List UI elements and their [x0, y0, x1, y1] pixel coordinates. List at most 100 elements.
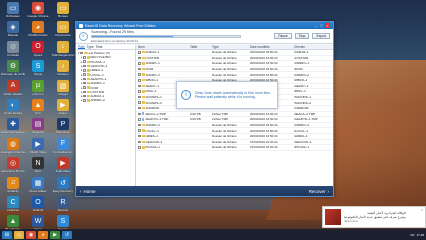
clock[interactable]: 17:48 [416, 233, 424, 237]
tree-checkbox[interactable] [83, 64, 86, 68]
desktop-shortcut[interactable]: ▦ Movie Maker [26, 176, 50, 193]
language-indicator[interactable]: FR [410, 233, 414, 237]
desktop-shortcut[interactable]: ▤ WinRAR [26, 118, 50, 134]
desktop-shortcut[interactable]: A Adobe Reader [1, 79, 25, 96]
desktop-shortcut[interactable]: ♫ Audacity [1, 176, 25, 193]
desktop-shortcut[interactable]: ✚Advanced SystemCare [1, 118, 25, 134]
cell-path: \ANDRO~2 [294, 72, 310, 77]
desktop-shortcut[interactable]: ▶ Xilisoft Video [26, 137, 50, 154]
tab-time[interactable]: Time [95, 45, 102, 49]
chrome-icon[interactable]: ◉ [26, 230, 36, 239]
row-checkbox[interactable] [138, 67, 141, 71]
row-checkbox[interactable] [138, 112, 141, 116]
desktop-shortcut[interactable]: ◍Auslogics Disk Defrag [1, 137, 25, 154]
desktop-shortcut[interactable]: ↺ Easy Recovery [51, 176, 75, 193]
row-checkbox[interactable] [138, 134, 141, 138]
recovery-icon[interactable]: ↺ [62, 230, 72, 239]
desktop-shortcut[interactable]: ♪ Musique [51, 60, 75, 76]
desktop-shortcut[interactable]: N Nero [26, 157, 50, 173]
row-checkbox[interactable] [138, 95, 141, 99]
recover-button[interactable]: Recover › [309, 189, 329, 194]
desktop-shortcut[interactable]: ▭ Ordinateur [1, 2, 25, 18]
tree-item[interactable]: ▸ ANDRO~2 [78, 98, 133, 102]
tree-checkbox[interactable] [83, 94, 86, 98]
tree-checkbox[interactable] [83, 77, 86, 81]
tree-checkbox[interactable] [80, 51, 83, 55]
desktop-shortcut[interactable]: S Skype [26, 60, 50, 76]
row-checkbox[interactable] [138, 84, 141, 88]
desktop-shortcut[interactable]: ↓ Téléchargements [51, 40, 75, 57]
tree-checkbox[interactable] [83, 81, 86, 85]
row-checkbox[interactable] [138, 51, 141, 54]
row-checkbox[interactable] [138, 123, 141, 127]
tree-checkbox[interactable] [83, 60, 86, 63]
close-icon[interactable]: × [325, 23, 330, 28]
desktop-shortcut[interactable]: ▶ Total Video [51, 157, 75, 173]
row-checkbox[interactable] [138, 118, 141, 121]
column-header[interactable]: Nom [136, 45, 188, 49]
desktop-shortcut[interactable]: ◕ Mozilla Firefox [26, 21, 50, 37]
tree-checkbox[interactable] [83, 90, 86, 94]
desktop-shortcut[interactable]: ◉ Google Chrome [26, 2, 50, 18]
explorer-icon[interactable]: ▭ [14, 230, 24, 239]
desktop-shortcut[interactable]: µ µTorrent [26, 79, 50, 96]
column-header[interactable]: Chemin [292, 45, 333, 49]
column-header[interactable]: Taille [188, 45, 210, 49]
cell-path: \ALBUM~1 [294, 50, 309, 55]
desktop-shortcut[interactable]: ◈ Réseau [1, 21, 25, 37]
table-row[interactable]: PICASA~1 Dossier de fichiers 27/03/2016 16… [136, 145, 333, 151]
folder-icon [141, 79, 145, 82]
export-button[interactable]: Export [312, 33, 330, 39]
tab-type[interactable]: Type [87, 45, 94, 49]
desktop-shortcut[interactable]: ♲ Corbeille [1, 40, 25, 57]
column-header[interactable]: Type [210, 45, 248, 49]
start-icon[interactable]: ⊞ [2, 230, 12, 239]
desktop-shortcut[interactable]: ⚙Panneau de configuration [1, 60, 25, 76]
row-checkbox[interactable] [138, 129, 141, 132]
minimize-icon[interactable]: – [313, 23, 318, 28]
desktop-shortcut[interactable]: ◐ Smart Defrag [1, 99, 25, 115]
desktop-shortcut[interactable]: C CCleaner [1, 196, 25, 212]
desktop-shortcut[interactable]: O Outlook [26, 196, 50, 212]
row-checkbox[interactable] [138, 62, 141, 65]
cell-date: 20/03/2016 16:50:24 [250, 111, 278, 116]
desktop-shortcut[interactable]: P Photoshop [51, 118, 75, 134]
maximize-icon[interactable]: □ [319, 23, 324, 28]
stop-button[interactable]: Stop [294, 33, 310, 39]
row-checkbox[interactable] [138, 73, 141, 76]
notification-popup[interactable]: الوكالة الجزائرية لأخبار التقنية وشرح تع… [322, 206, 426, 228]
home-button[interactable]: ‹ Home [80, 189, 96, 194]
desktop-shortcut[interactable]: ▭ Bureau [51, 2, 75, 18]
desktop-shortcut[interactable]: ▲ VLC [26, 99, 50, 115]
window-titlebar[interactable]: EaseUS Data Recovery Wizard Free Edition… [76, 22, 333, 29]
tree-checkbox[interactable] [83, 73, 86, 76]
pause-button[interactable]: Pause [274, 33, 292, 39]
desktop-shortcut[interactable]: O Opera [26, 40, 50, 57]
tree-checkbox[interactable] [83, 86, 86, 89]
row-checkbox[interactable] [138, 56, 141, 60]
folder-icon [86, 64, 90, 68]
row-checkbox[interactable] [138, 79, 141, 82]
disk-defrag-icon: ◍ [7, 137, 19, 150]
firefox-icon[interactable]: ◕ [38, 230, 48, 239]
column-header[interactable]: Date modifiée [248, 45, 292, 49]
tree-checkbox[interactable] [83, 56, 86, 59]
row-checkbox[interactable] [138, 146, 141, 149]
media-icon[interactable]: ▶ [50, 230, 60, 239]
row-checkbox[interactable] [138, 101, 141, 104]
desktop-shortcut[interactable]: ▶ Vidéos [51, 99, 75, 115]
row-checkbox[interactable] [138, 140, 141, 144]
desktop-shortcut[interactable]: R Recuva [51, 196, 75, 212]
row-checkbox[interactable] [138, 106, 141, 110]
row-checkbox[interactable] [138, 90, 141, 93]
notification-close-icon[interactable]: × [421, 208, 423, 212]
desktop-shortcut[interactable]: ◎ Ashampoo Burning [1, 157, 25, 173]
word-icon: W [32, 215, 44, 228]
tree-checkbox[interactable] [83, 69, 86, 72]
desktop-shortcut[interactable]: ▭ Documents [51, 21, 75, 37]
tab-path[interactable]: Path [78, 45, 85, 49]
tree-checkbox[interactable] [83, 99, 86, 102]
desktop-shortcut[interactable]: ▧ Images [51, 79, 75, 96]
tree-pane: Path Type Time ▾ Lost Partition (C) ▸ RECYCLE… [76, 45, 136, 186]
desktop-shortcut[interactable]: F FormatFactory [51, 137, 75, 154]
